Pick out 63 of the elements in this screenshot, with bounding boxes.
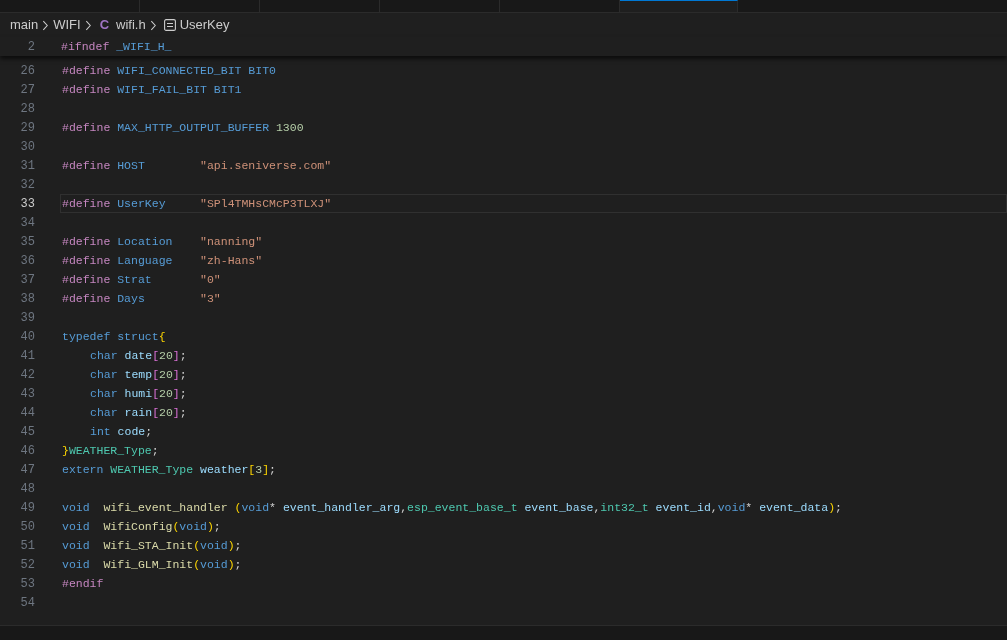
code-line: #endif — [62, 575, 104, 592]
code-line: char temp[20]; — [89, 366, 187, 383]
line-number: 27 — [19, 81, 35, 99]
code-line: #define Location "nanning" — [62, 233, 263, 250]
line-number: 31 — [19, 157, 35, 175]
code-line: }WEATHER_Type; — [62, 442, 159, 459]
c-file-icon: C — [99, 15, 109, 35]
breadcrumb-item[interactable]: WIFI — [53, 15, 81, 35]
code-line: void WifiConfig(void); — [62, 518, 221, 535]
line-number: 2 — [26, 38, 35, 56]
line-number: 53 — [19, 575, 35, 593]
breadcrumb-item[interactable]: UserKey — [179, 15, 230, 35]
code-line: extern WEATHER_Type weather[3]; — [62, 461, 276, 478]
code-line: #define WIFI_FAIL_BIT BIT1 — [62, 81, 242, 98]
code-line: char date[20]; — [89, 347, 187, 364]
code-line: void Wifi_GLM_Init(void); — [62, 556, 242, 573]
line-number: 43 — [19, 385, 35, 403]
line-number: 49 — [19, 499, 35, 517]
line-number: 40 — [19, 328, 35, 346]
line-number: 26 — [19, 62, 35, 80]
code-line: void wifi_event_handler (void* event_handler_arg,esp_event_base_t event_base,int32_t event_id,void* event_data); — [62, 499, 842, 516]
line-number: 37 — [19, 271, 35, 289]
line-number: 51 — [19, 537, 35, 555]
line-number: 28 — [19, 100, 35, 118]
code-line: typedef struct{ — [62, 328, 166, 345]
line-number: 41 — [19, 347, 35, 365]
line-number: 33 — [19, 195, 35, 213]
line-number: 42 — [19, 366, 35, 384]
line-number: 34 — [19, 214, 35, 232]
line-number: 29 — [19, 119, 35, 137]
line-number: 45 — [19, 423, 35, 441]
code-line: #define HOST "api.seniverse.com" — [62, 157, 332, 174]
chevron-icon — [84, 19, 92, 31]
editor-tab[interactable] — [620, 0, 738, 12]
code-line: #define Days "3" — [62, 290, 221, 307]
code-line: char humi[20]; — [89, 385, 187, 402]
code-line: #define UserKey "SPl4TMHsCMcP3TLXJ" — [62, 195, 332, 212]
line-number: 46 — [19, 442, 35, 460]
constant-icon — [163, 19, 176, 31]
breadcrumb-item[interactable]: main — [10, 15, 39, 35]
chevron-icon — [149, 19, 157, 31]
code-line: #define Language "zh-Hans" — [62, 252, 263, 269]
line-number: 54 — [19, 594, 35, 612]
code-line: #ifndef _WIFI_H_ — [61, 38, 172, 55]
line-number: 39 — [19, 309, 35, 327]
line-number: 48 — [19, 480, 35, 498]
chevron-icon — [42, 19, 50, 31]
code-line: #define Strat "0" — [62, 271, 221, 288]
breadcrumb-item[interactable]: wifi.h — [116, 15, 146, 35]
line-number: 30 — [19, 138, 35, 156]
line-number: 47 — [19, 461, 35, 479]
line-number: 50 — [19, 518, 35, 536]
line-number: 38 — [19, 290, 35, 308]
line-number: 52 — [19, 556, 35, 574]
line-number: 44 — [19, 404, 35, 422]
line-number: 36 — [19, 252, 35, 270]
line-number: 32 — [19, 176, 35, 194]
line-number: 35 — [19, 233, 35, 251]
code-line: char rain[20]; — [89, 404, 187, 421]
code-line: #define WIFI_CONNECTED_BIT BIT0 — [62, 62, 276, 79]
code-line: void Wifi_STA_Init(void); — [62, 537, 242, 554]
code-line: #define MAX_HTTP_OUTPUT_BUFFER 1300 — [62, 119, 304, 136]
code-line: int code; — [89, 423, 153, 440]
